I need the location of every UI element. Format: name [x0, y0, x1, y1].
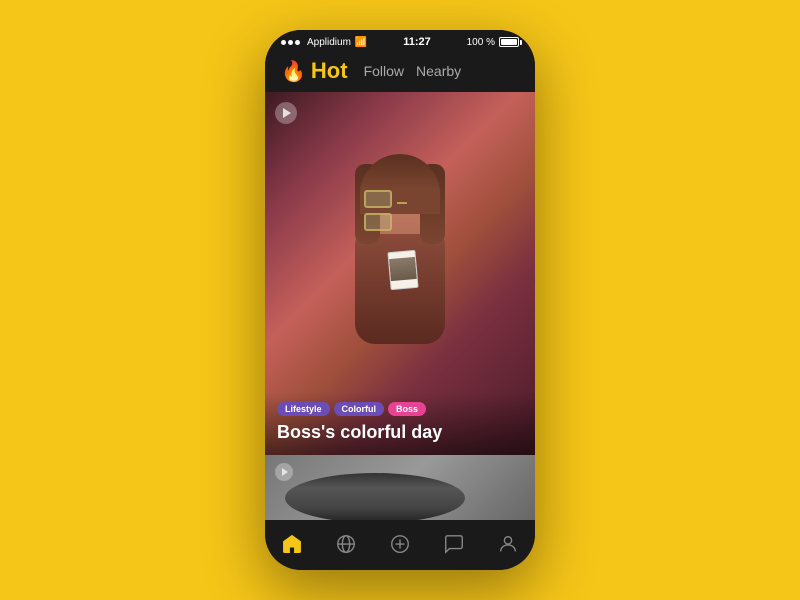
- tag-boss[interactable]: Boss: [388, 402, 426, 416]
- content-area: Lifestyle Colorful Boss Boss's colorful …: [265, 92, 535, 520]
- glasses: [364, 190, 436, 210]
- dot3: [295, 40, 300, 45]
- battery-pct: 100 %: [467, 37, 495, 48]
- second-play-button[interactable]: [275, 463, 293, 481]
- glasses-bridge: [397, 202, 407, 204]
- second-play-icon: [282, 468, 288, 476]
- second-card-bg: [265, 455, 535, 520]
- tag-lifestyle[interactable]: Lifestyle: [277, 402, 330, 416]
- second-card-preview[interactable]: [265, 455, 535, 520]
- eye-graphic: [285, 473, 465, 521]
- nav-tabs: Follow Nearby: [364, 61, 462, 81]
- profile-icon: [497, 533, 519, 555]
- wifi-icon: 📶: [355, 37, 367, 48]
- play-button[interactable]: [275, 102, 297, 124]
- main-card[interactable]: Lifestyle Colorful Boss Boss's colorful …: [265, 92, 535, 455]
- status-bar: Applidium 📶 11:27 100 %: [265, 30, 535, 52]
- battery-icon: [499, 37, 519, 47]
- held-photo-inner: [389, 256, 417, 280]
- tab-follow[interactable]: Follow: [364, 61, 404, 81]
- add-icon: [389, 533, 411, 555]
- app-title: 🔥 Hot: [281, 58, 348, 84]
- carrier-name: Applidium: [307, 37, 351, 48]
- tag-row: Lifestyle Colorful Boss: [277, 402, 523, 416]
- glasses-lens-left: [364, 190, 392, 208]
- nav-explore[interactable]: [326, 528, 366, 560]
- held-photo: [387, 249, 418, 289]
- app-header: 🔥 Hot Follow Nearby: [265, 52, 535, 92]
- status-time: 11:27: [403, 36, 431, 48]
- glasses-lens-right: [364, 213, 392, 231]
- dot1: [281, 40, 286, 45]
- person-figure: [320, 144, 480, 404]
- person-body: [355, 234, 445, 344]
- bottom-nav: [265, 520, 535, 570]
- status-left: Applidium 📶: [281, 37, 367, 48]
- card-title: Boss's colorful day: [277, 422, 523, 443]
- app-name: Hot: [311, 58, 348, 84]
- nav-add[interactable]: [380, 528, 420, 560]
- nav-profile[interactable]: [488, 528, 528, 560]
- signal-dots: [281, 40, 300, 45]
- battery-fill: [501, 39, 517, 45]
- chat-icon: [443, 533, 465, 555]
- phone-frame: Applidium 📶 11:27 100 % 🔥 Hot Follow Nea…: [265, 30, 535, 570]
- play-triangle-icon: [283, 108, 291, 118]
- nav-home[interactable]: [272, 528, 312, 560]
- nav-chat[interactable]: [434, 528, 474, 560]
- status-right: 100 %: [467, 37, 519, 48]
- explore-icon: [335, 533, 357, 555]
- dot2: [288, 40, 293, 45]
- tag-colorful[interactable]: Colorful: [334, 402, 385, 416]
- card-overlay: Lifestyle Colorful Boss Boss's colorful …: [265, 392, 535, 455]
- tab-nearby[interactable]: Nearby: [416, 61, 461, 81]
- home-icon: [281, 533, 303, 555]
- flame-icon: 🔥: [281, 59, 306, 84]
